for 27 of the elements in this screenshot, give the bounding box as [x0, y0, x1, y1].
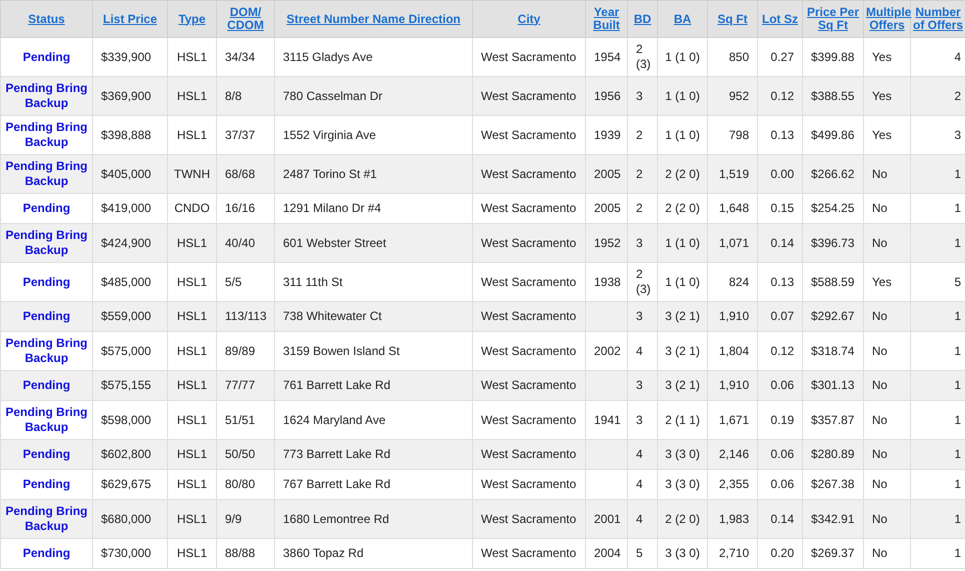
bathrooms-cell: 3 (3 0): [658, 538, 708, 568]
column-header[interactable]: Price Per Sq Ft: [802, 0, 864, 38]
year-cell: 2004: [586, 538, 628, 568]
dom-cell: 88/88: [216, 538, 274, 568]
column-header[interactable]: Year Built: [586, 0, 628, 38]
column-header[interactable]: BA: [658, 0, 708, 38]
column-header[interactable]: Sq Ft: [708, 0, 758, 38]
column-header[interactable]: DOM/ CDOM: [216, 0, 274, 38]
sqft-cell: 2,710: [708, 538, 758, 568]
city-cell: West Sacramento: [472, 538, 586, 568]
column-header[interactable]: Lot Sz: [758, 0, 802, 38]
column-header[interactable]: Number of Offers: [910, 0, 965, 38]
column-header[interactable]: List Price: [92, 0, 168, 38]
lot-size-cell: 0.20: [758, 538, 802, 568]
type-cell: HSL1: [168, 538, 216, 568]
price-per-sqft-cell: $269.37: [802, 538, 864, 568]
address-cell: 3860 Topaz Rd: [274, 538, 472, 568]
column-header[interactable]: City: [472, 0, 586, 38]
column-header[interactable]: Status: [0, 0, 92, 38]
price-cell: $730,000: [92, 538, 168, 568]
bedrooms-cell: 5: [628, 538, 658, 568]
column-header[interactable]: BD: [628, 0, 658, 38]
column-header[interactable]: Street Number Name Direction: [274, 0, 472, 38]
column-header[interactable]: Multiple Offers: [864, 0, 910, 38]
status-link[interactable]: Pending: [0, 538, 92, 568]
column-header[interactable]: Type: [168, 0, 216, 38]
multiple-offers-cell: No: [864, 538, 910, 568]
